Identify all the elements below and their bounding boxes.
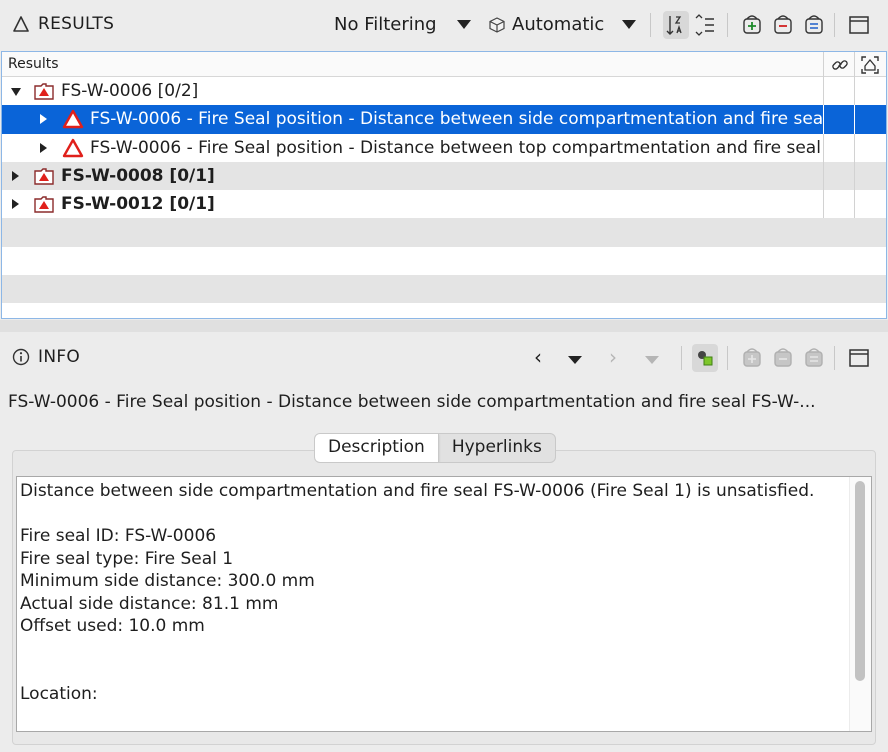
issue-group-icon [34,196,54,213]
tree-view-toggle[interactable] [663,11,689,39]
back-button[interactable]: ‹ [527,345,549,369]
results-column-header[interactable]: Results [8,56,59,72]
window-maximize-icon [849,16,869,34]
filter-dropdown[interactable]: No Filtering [334,14,471,35]
results-title-label: RESULTS [38,14,115,34]
tree-row-group-0006[interactable]: FS-W-0006 [0/2] [2,77,886,106]
results-panel-header: RESULTS No Filtering Automatic [0,0,888,50]
results-table-header: Results [2,52,886,77]
warning-triangle-icon [62,138,84,157]
tree-row-label: FS-W-0008 [0/1] [61,165,215,186]
select-all-button[interactable] [801,11,827,39]
mode-dropdown[interactable]: Automatic [488,14,637,35]
empty-row [2,275,886,304]
panel-splitter[interactable] [0,320,888,332]
hyperlink-column-header[interactable] [827,54,853,76]
expanded-arrow-icon[interactable] [11,88,21,96]
column-divider [854,77,855,106]
tab-hyperlinks[interactable]: Hyperlinks [439,434,555,462]
window-maximize-icon [849,349,869,367]
tree-row-group-0012[interactable]: FS-W-0012 [0/1] [2,190,886,219]
column-divider [823,133,824,162]
back-history-dropdown[interactable] [568,356,582,364]
sort-list-icon [695,14,714,36]
list-select-icon [805,15,823,34]
tree-sort-icon [666,16,682,35]
tree-row-issue-side[interactable]: FS-W-0006 - Fire Seal position - Distanc… [2,105,886,134]
toolbar-separator [650,13,651,37]
toolbar-separator [834,13,835,37]
sort-list-button[interactable] [692,11,718,39]
empty-row [2,247,886,275]
column-divider [823,161,824,191]
collapse-all-button-disabled[interactable] [770,344,796,372]
tree-row-label: FS-W-0006 [0/2] [61,81,199,101]
collapsed-arrow-icon[interactable] [12,170,19,181]
tab-description[interactable]: Description [315,434,439,462]
info-icon [12,348,30,366]
select-all-button-disabled[interactable] [801,344,827,372]
collapse-all-button[interactable] [770,11,796,39]
scrollbar-thumb[interactable] [855,481,865,681]
forward-button[interactable]: › [602,345,624,369]
column-divider [854,133,855,162]
column-divider [854,105,855,134]
info-title-label: INFO [38,347,81,367]
description-text-area[interactable]: Distance between side compartmentation a… [16,476,872,732]
expand-all-icon [743,348,761,367]
maximize-panel-button[interactable] [846,11,872,39]
expand-all-icon [743,15,761,34]
linked-objects-icon [698,351,713,366]
results-bell-icon [13,16,29,32]
empty-row [2,218,886,247]
mode-dropdown-label: Automatic [512,14,605,35]
home-view-icon [861,56,879,74]
collapse-all-icon [774,15,792,34]
warning-triangle-icon [62,110,84,129]
forward-history-dropdown[interactable] [645,356,659,364]
results-tree-table[interactable]: Results FS-W-0006 [0/2] FS-W-0006 - Fire… [1,51,887,319]
list-select-icon [805,348,823,367]
toolbar-separator [727,13,728,37]
tree-row-issue-top[interactable]: FS-W-0006 - Fire Seal position - Distanc… [2,133,886,162]
issue-group-icon [34,83,54,100]
results-title: RESULTS [12,14,114,34]
issue-group-icon [34,168,54,185]
column-divider [823,52,824,77]
tree-row-group-0008[interactable]: FS-W-0008 [0/1] [2,161,886,191]
info-tab-group: Description Hyperlinks [314,433,556,463]
scrollbar-track[interactable] [849,477,871,731]
tree-row-label: FS-W-0006 - Fire Seal position - Distanc… [90,137,886,158]
issue-title: FS-W-0006 - Fire Seal position - Distanc… [8,392,816,412]
toolbar-separator [681,346,682,370]
description-text: Distance between side compartmentation a… [20,481,815,704]
collapsed-arrow-icon[interactable] [40,114,47,125]
column-divider [823,105,824,134]
cube-icon [489,16,505,33]
link-selection-toggle[interactable] [692,344,718,372]
toolbar-separator [834,346,835,370]
column-divider [854,161,855,191]
collapse-all-icon [774,348,792,367]
tree-row-label: FS-W-0006 - Fire Seal position - Distanc… [90,109,886,130]
column-divider [823,77,824,106]
tree-row-label: FS-W-0012 [0/1] [61,194,215,215]
chevron-down-icon [622,20,637,29]
collapsed-arrow-icon[interactable] [40,142,47,153]
filter-dropdown-label: No Filtering [334,14,437,35]
collapsed-arrow-icon[interactable] [12,199,19,210]
chevron-down-icon [456,20,471,29]
location-column-header[interactable] [857,54,883,76]
info-title: INFO [12,347,80,367]
info-panel-header: INFO ‹ › [0,333,888,383]
link-icon [832,60,848,70]
maximize-panel-button[interactable] [846,344,872,372]
column-divider [854,190,855,219]
expand-all-button-disabled[interactable] [739,344,765,372]
toolbar-separator [727,346,728,370]
expand-all-button[interactable] [739,11,765,39]
column-divider [823,190,824,219]
column-divider [854,52,855,77]
